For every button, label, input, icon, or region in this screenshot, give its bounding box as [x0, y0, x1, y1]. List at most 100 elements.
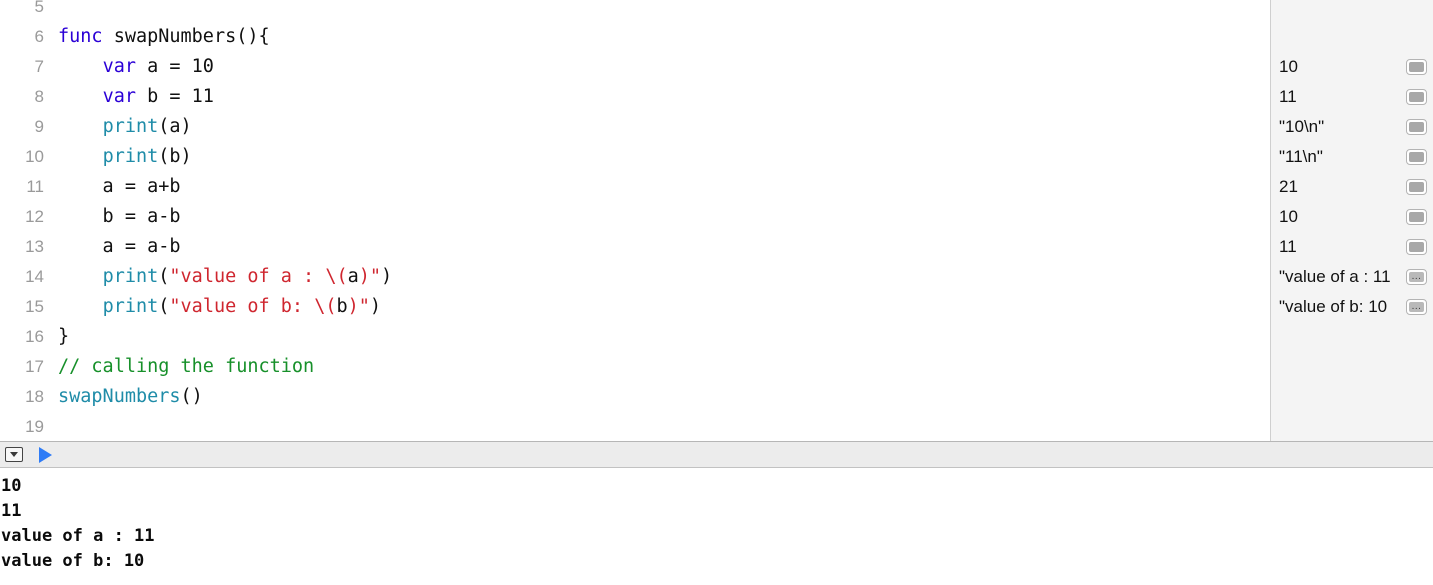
code-line[interactable]: 6 func swapNumbers(){ — [0, 22, 1270, 52]
result-row[interactable]: "11\n" — [1271, 142, 1433, 172]
quicklook-icon[interactable] — [1406, 209, 1427, 225]
code-line[interactable]: 17 // calling the function — [0, 352, 1270, 382]
result-value: "value of a : 11 — [1279, 267, 1391, 286]
line-number: 19 — [25, 417, 44, 436]
quicklook-icon[interactable] — [1406, 59, 1427, 75]
code-token-kw: var — [102, 86, 136, 107]
quicklook-icon[interactable] — [1406, 239, 1427, 255]
results-list: 10 11 "10\n" "11\n" 21 10 11 "value of a : 11..… — [1271, 52, 1433, 322]
code-token-str: "value of b: \( — [169, 296, 337, 317]
code-token-pln: a = a-b — [58, 236, 181, 257]
code-token-pln: a — [347, 266, 359, 287]
code-token-pln: ) — [381, 266, 393, 287]
code-line-text: func swapNumbers(){ — [44, 22, 270, 52]
quicklook-glyph: ... — [1409, 302, 1424, 312]
code-line-text: var a = 10 — [44, 52, 214, 82]
quicklook-glyph — [1409, 92, 1424, 102]
code-line[interactable]: 14 print("value of a : \(a)") — [0, 262, 1270, 292]
quicklook-icon[interactable] — [1406, 149, 1427, 165]
quicklook-glyph — [1409, 62, 1424, 72]
code-token-pln — [58, 86, 103, 107]
line-number: 9 — [34, 117, 44, 136]
result-row[interactable]: 11 — [1271, 232, 1433, 262]
code-token-str: )" — [358, 266, 382, 287]
code-token-pln: a = a+b — [58, 176, 181, 197]
code-token-pln: () — [180, 386, 203, 407]
code-token-fn: swapNumbers — [58, 386, 181, 407]
result-row[interactable]: 10 — [1271, 52, 1433, 82]
code-token-kw: func — [58, 26, 103, 47]
result-value: 21 — [1279, 177, 1298, 196]
code-line[interactable]: 19 — [0, 412, 1270, 441]
code-line[interactable]: 13 a = a-b — [0, 232, 1270, 262]
result-row[interactable]: "10\n" — [1271, 112, 1433, 142]
line-number: 10 — [25, 147, 44, 166]
code-token-pln: ( — [158, 266, 170, 287]
code-line[interactable]: 12 b = a-b — [0, 202, 1270, 232]
code-token-pln — [58, 56, 103, 77]
hide-debug-area-icon[interactable] — [5, 447, 23, 462]
code-line[interactable]: 16} — [0, 322, 1270, 352]
code-line-text: print("value of a : \(a)") — [44, 262, 393, 292]
line-number: 14 — [25, 267, 44, 286]
line-number: 17 — [25, 357, 44, 376]
quicklook-more-icon[interactable]: ... — [1406, 269, 1427, 285]
code-line-text: print(a) — [44, 112, 192, 142]
code-token-pln — [58, 146, 103, 167]
quicklook-icon[interactable] — [1406, 179, 1427, 195]
code-token-cmt: // calling the function — [58, 356, 315, 377]
code-line[interactable]: 15 print("value of b: \(b)") — [0, 292, 1270, 322]
quicklook-icon[interactable] — [1406, 119, 1427, 135]
result-value: "value of b: 10 — [1279, 297, 1388, 316]
code-line[interactable]: 7 var a = 10 — [0, 52, 1270, 82]
code-line[interactable]: 9 print(a) — [0, 112, 1270, 142]
line-number: 18 — [25, 387, 44, 406]
code-line[interactable]: 5 — [0, 0, 1270, 22]
result-value: 10 — [1279, 207, 1298, 226]
debug-toolbar — [0, 441, 1433, 468]
line-number: 8 — [34, 87, 44, 106]
code-token-pln — [58, 266, 103, 287]
result-value: 10 — [1279, 57, 1298, 76]
code-token-str: "value of a : \( — [169, 266, 348, 287]
code-line-text: b = a-b — [44, 202, 181, 232]
quicklook-glyph — [1409, 122, 1424, 132]
results-sidebar: 10 11 "10\n" "11\n" 21 10 11 "value of a : 11..… — [1270, 0, 1433, 441]
code-line[interactable]: 10 print(b) — [0, 142, 1270, 172]
code-line[interactable]: 11 a = a+b — [0, 172, 1270, 202]
result-row[interactable]: 10 — [1271, 202, 1433, 232]
console-line: 11 — [1, 501, 22, 521]
line-number: 13 — [25, 237, 44, 256]
console-line: value of a : 11 — [1, 526, 155, 546]
result-value: 11 — [1279, 237, 1297, 256]
quicklook-glyph: ... — [1409, 272, 1424, 282]
code-line[interactable]: 18 swapNumbers() — [0, 382, 1270, 412]
run-playground-icon[interactable] — [39, 446, 52, 463]
code-token-pln: b = a-b — [58, 206, 181, 227]
code-line-text: } — [44, 322, 69, 352]
result-row[interactable]: "value of a : 11... — [1271, 262, 1433, 292]
result-row[interactable]: "value of b: 10... — [1271, 292, 1433, 322]
console-line: value of b: 10 — [1, 551, 145, 571]
quicklook-more-icon[interactable]: ... — [1406, 299, 1427, 315]
console-output[interactable]: 10 11 value of a : 11 value of b: 10 — [0, 468, 1433, 585]
result-row[interactable]: 11 — [1271, 82, 1433, 112]
code-line-text: print("value of b: \(b)") — [44, 292, 381, 322]
code-line[interactable]: 8 var b = 11 — [0, 82, 1270, 112]
code-token-pln: a = 10 — [135, 56, 214, 77]
console-line: 10 — [1, 476, 22, 496]
quicklook-glyph — [1409, 242, 1424, 252]
line-number: 11 — [26, 177, 44, 196]
quicklook-glyph — [1409, 212, 1424, 222]
code-editor[interactable]: 5 6 func swapNumbers(){7 var a = 10 8 var b… — [0, 0, 1270, 441]
code-token-pln: ( — [158, 296, 170, 317]
console-lines: 10 11 value of a : 11 value of b: 10 — [0, 474, 1433, 574]
code-token-fn: print — [102, 116, 159, 137]
result-row[interactable]: 21 — [1271, 172, 1433, 202]
quicklook-icon[interactable] — [1406, 89, 1427, 105]
code-token-pln: swapNumbers(){ — [102, 26, 270, 47]
result-value: "10\n" — [1279, 117, 1325, 136]
code-line-text: a = a+b — [44, 172, 181, 202]
code-token-pln: b — [336, 296, 348, 317]
editor-and-results-area: 5 6 func swapNumbers(){7 var a = 10 8 var b… — [0, 0, 1433, 441]
